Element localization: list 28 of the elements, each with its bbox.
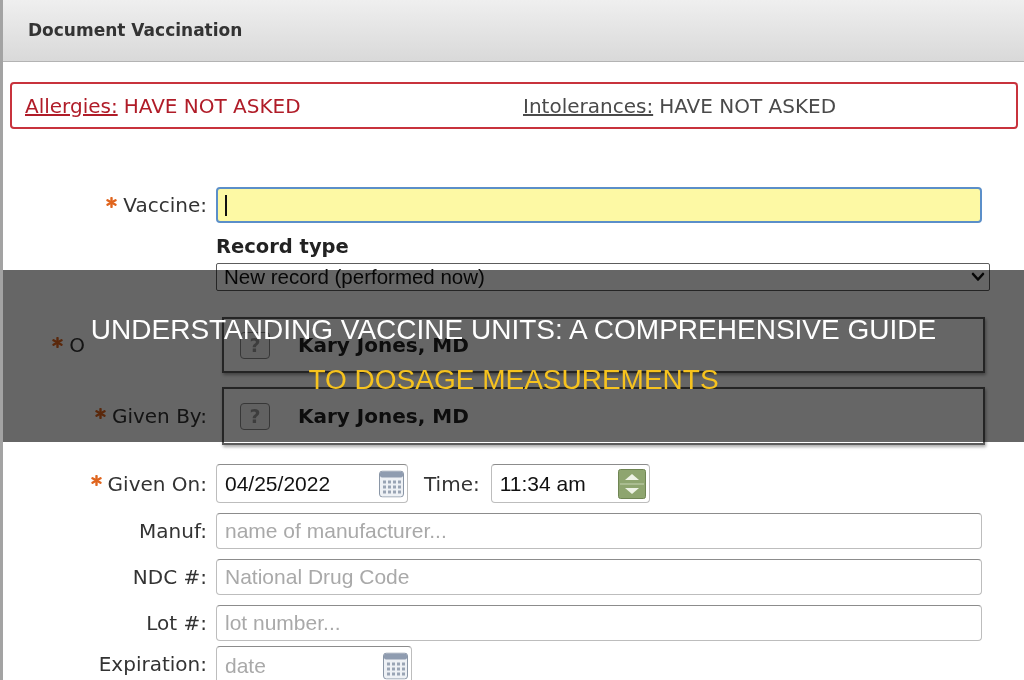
date-input-field[interactable]: 04/25/2022 xyxy=(216,464,408,503)
field-label: Lot #: xyxy=(146,611,207,635)
stepper-arrows-icon[interactable] xyxy=(617,468,646,499)
record-type-select[interactable]: New record (performed now) xyxy=(216,263,990,291)
chevron-down-icon xyxy=(971,272,985,282)
person-name: Kary Jones, MD xyxy=(298,403,469,430)
field-label: Record type xyxy=(216,234,349,260)
alert-value: HAVE NOT ASKED xyxy=(659,92,837,120)
calendar-icon[interactable] xyxy=(379,470,404,497)
text-cursor-icon xyxy=(225,194,227,216)
field-label: Given On: xyxy=(107,471,207,496)
window-title: Document Vaccination xyxy=(28,18,243,42)
text-input-field[interactable]: name of manufacturer... xyxy=(216,513,982,549)
field-label: NDC #: xyxy=(132,565,207,589)
field-label: Time: xyxy=(424,470,480,498)
field-label: Vaccine: xyxy=(123,193,207,217)
text-input-field[interactable]: lot number... xyxy=(216,605,982,641)
alert-link[interactable]: Allergies: xyxy=(25,90,118,121)
text-input-field[interactable]: National Drug Code xyxy=(216,559,982,595)
date-input-field[interactable]: date xyxy=(216,646,412,680)
text-input-field[interactable] xyxy=(216,187,982,223)
field-label: Given By: xyxy=(111,404,207,428)
field-label: Expiration: xyxy=(98,652,207,676)
alert-link[interactable]: Intolerances: xyxy=(523,90,654,121)
calendar-icon[interactable] xyxy=(383,652,408,679)
field-label: Manuf: xyxy=(139,519,207,543)
alert-value: HAVE NOT ASKED xyxy=(123,92,301,120)
field-label: O xyxy=(69,333,85,357)
